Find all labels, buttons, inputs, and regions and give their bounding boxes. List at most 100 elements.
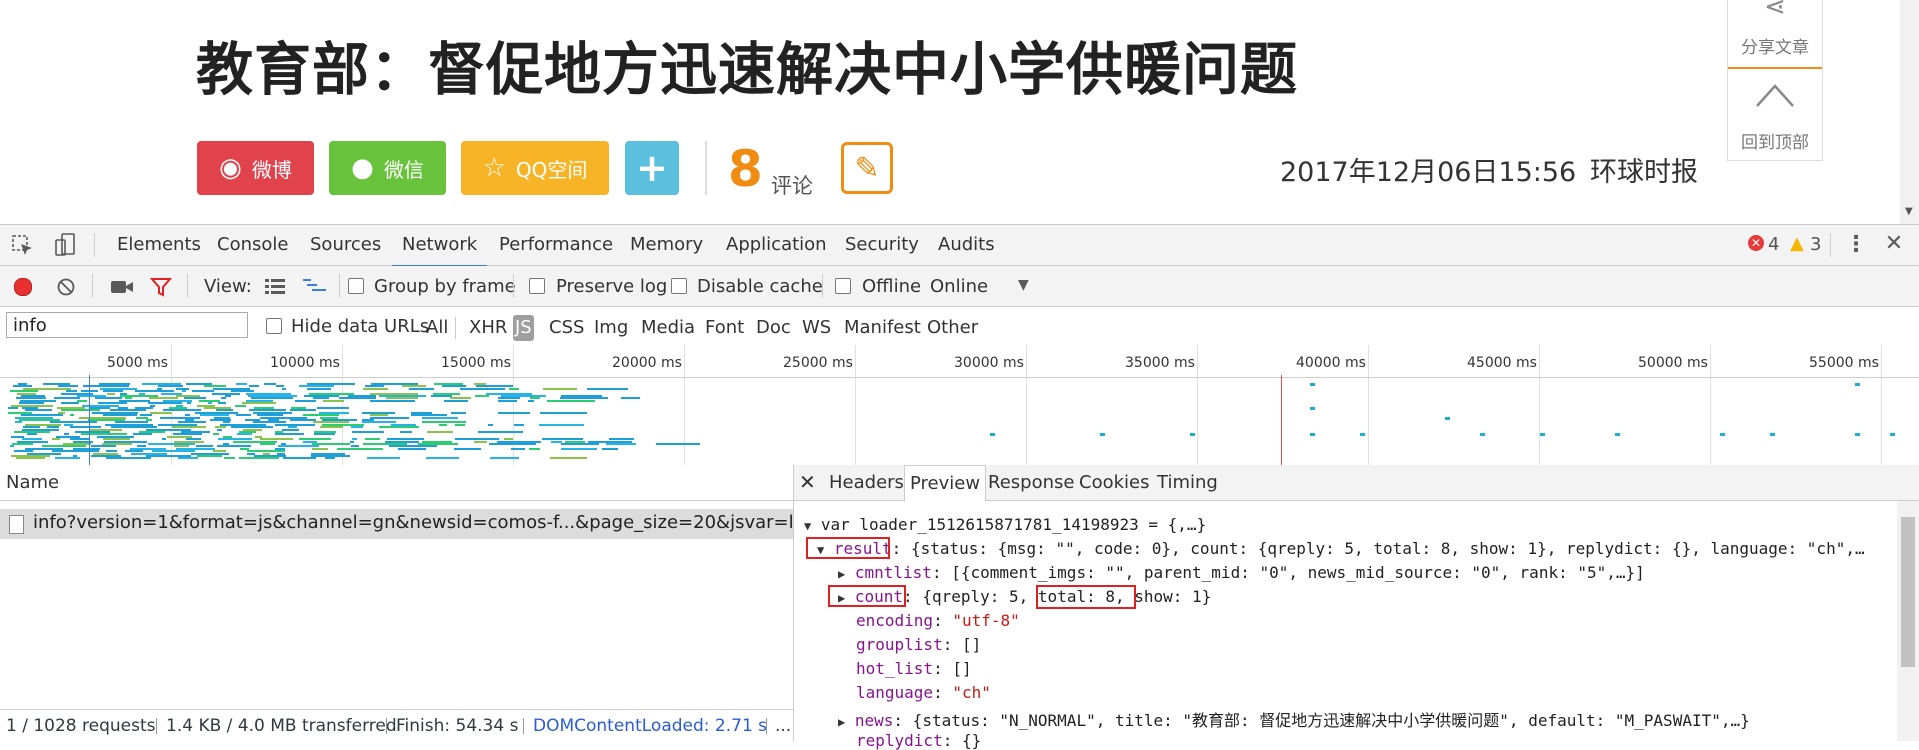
tab-security[interactable]: Security xyxy=(845,225,919,265)
tab-memory[interactable]: Memory xyxy=(630,225,703,265)
waterfall-bar xyxy=(223,457,236,460)
name-column-header[interactable]: Name xyxy=(6,472,59,493)
tab-response[interactable]: Response xyxy=(988,465,1074,500)
share-wechat-label: 微信 xyxy=(383,157,424,182)
tab-performance[interactable]: Performance xyxy=(499,225,613,265)
type-filter-font[interactable]: Font xyxy=(705,315,744,341)
disable-cache-checkbox[interactable] xyxy=(671,278,687,294)
comment-label[interactable]: 评论 xyxy=(771,170,813,200)
share-wechat-button[interactable]: ● 微信 xyxy=(329,141,446,195)
clear-icon[interactable] xyxy=(56,277,76,297)
write-comment-button[interactable]: ✎ xyxy=(841,142,893,194)
tab-preview[interactable]: Preview xyxy=(904,465,987,502)
tab-cookies[interactable]: Cookies xyxy=(1079,465,1149,500)
share-more-button[interactable]: + xyxy=(625,141,679,195)
large-rows-icon[interactable] xyxy=(264,278,286,294)
camera-icon[interactable] xyxy=(110,279,134,295)
preview-line-grouplist[interactable]: grouplist: [] xyxy=(856,635,981,654)
tab-audits[interactable]: Audits xyxy=(938,225,995,265)
record-button[interactable] xyxy=(14,278,32,296)
waterfall-bar xyxy=(378,426,419,429)
scroll-down-arrow-icon[interactable]: ▼ xyxy=(1905,206,1913,217)
tab-network[interactable]: Network xyxy=(392,225,488,267)
preview-line-cmntlist[interactable]: ▶ cmntlist: [{comment_imgs: "", parent_m… xyxy=(838,563,1645,582)
share-article-link[interactable]: 分享文章 xyxy=(1728,33,1822,58)
waterfall-bar xyxy=(601,447,619,450)
type-filter-css[interactable]: CSS xyxy=(549,315,584,341)
preserve-log-label[interactable]: Preserve log xyxy=(556,276,667,297)
tab-application[interactable]: Application xyxy=(726,225,827,265)
offline-checkbox[interactable] xyxy=(835,278,851,294)
offline-label[interactable]: Offline xyxy=(862,276,921,297)
group-by-frame-label[interactable]: Group by frame xyxy=(374,276,516,297)
table-row[interactable]: info?version=1&format=js&channel=gn&news… xyxy=(0,509,883,539)
share-qzone-button[interactable]: ☆ QQ空间 xyxy=(461,141,609,195)
collapsed-triangle-icon[interactable]: ▶ xyxy=(838,715,845,729)
waterfall-bar xyxy=(363,387,388,390)
warning-icon[interactable]: ▲ xyxy=(1790,233,1804,254)
waterfall-bar xyxy=(220,397,227,400)
warning-count[interactable]: 3 xyxy=(1810,234,1821,255)
tab-console[interactable]: Console xyxy=(217,225,288,265)
type-filter-doc[interactable]: Doc xyxy=(756,315,791,341)
comment-count[interactable]: 8 xyxy=(728,140,763,198)
waterfall-overview-icon[interactable] xyxy=(302,278,328,294)
tab-headers[interactable]: Headers xyxy=(829,465,904,500)
waterfall-bar xyxy=(474,440,487,443)
inspect-element-icon[interactable] xyxy=(12,235,34,257)
preview-line-language[interactable]: language: "ch" xyxy=(856,683,991,702)
waterfall-bar xyxy=(477,431,524,433)
share-weibo-button[interactable]: ◉ 微博 xyxy=(197,141,314,195)
group-by-frame-checkbox[interactable] xyxy=(348,278,364,294)
throttling-select[interactable]: Online xyxy=(930,276,988,297)
type-filter-ws[interactable]: WS xyxy=(802,315,831,341)
collapsed-triangle-icon[interactable]: ▶ xyxy=(838,567,845,581)
network-filter-input[interactable] xyxy=(6,312,248,338)
share-icon[interactable]: ⋖ xyxy=(1728,0,1822,22)
tab-timing[interactable]: Timing xyxy=(1157,465,1218,500)
waterfall-bar xyxy=(264,383,277,385)
view-label: View: xyxy=(204,276,252,297)
tab-elements[interactable]: Elements xyxy=(117,225,201,265)
type-filter-all[interactable]: All xyxy=(426,315,448,341)
json-key: var loader_1512615871781_14198923 xyxy=(820,515,1139,534)
type-filter-img[interactable]: Img xyxy=(594,315,628,341)
error-icon[interactable]: ✕ xyxy=(1748,235,1764,251)
close-devtools-icon[interactable]: ✕ xyxy=(1884,233,1904,255)
expanded-triangle-icon[interactable]: ▼ xyxy=(804,519,811,533)
throttling-dropdown-icon[interactable]: ▼ xyxy=(1018,277,1029,293)
timeline-gridline xyxy=(171,345,172,465)
device-toolbar-icon[interactable] xyxy=(54,233,76,257)
disable-cache-label[interactable]: Disable cache xyxy=(697,276,823,297)
waterfall-bar xyxy=(133,433,152,436)
preview-line-root[interactable]: ▼ var loader_1512615871781_14198923 = {,… xyxy=(804,515,1206,534)
error-count[interactable]: 4 xyxy=(1768,234,1779,255)
load-event-marker xyxy=(1281,375,1282,465)
back-to-top-link[interactable]: 回到顶部 xyxy=(1728,128,1822,153)
type-filter-xhr[interactable]: XHR xyxy=(469,315,507,341)
timeline-tick-label: 45000 ms xyxy=(1467,355,1537,371)
network-overview-timeline[interactable]: 5000 ms 10000 ms 15000 ms 20000 ms 25000 ms 3… xyxy=(0,345,1919,466)
preview-line-encoding[interactable]: encoding: "utf-8" xyxy=(856,611,1020,630)
preview-line-replydict[interactable]: replydict: {} xyxy=(856,731,981,750)
hide-data-urls-label[interactable]: Hide data URLs xyxy=(291,316,429,337)
preview-line-result[interactable]: ▼ result: {status: {msg: "", code: 0}, c… xyxy=(817,539,1865,558)
chevron-up-icon[interactable] xyxy=(1755,80,1795,108)
preview-scrollbar-thumb[interactable] xyxy=(1901,517,1915,667)
type-filter-js[interactable]: JS xyxy=(513,315,534,341)
type-filter-media[interactable]: Media xyxy=(641,315,695,341)
preview-line-news[interactable]: ▶ news: {status: "N_NORMAL", title: "教育部… xyxy=(838,707,1750,731)
dom-content-loaded-marker xyxy=(89,375,90,465)
hide-data-urls-checkbox[interactable] xyxy=(266,318,282,334)
status-divider xyxy=(523,718,524,734)
filter-icon[interactable] xyxy=(150,277,172,297)
tab-sources[interactable]: Sources xyxy=(310,225,381,265)
request-url[interactable]: info?version=1&format=js&channel=gn&news… xyxy=(33,512,883,533)
page-scrollbar[interactable]: ▼ xyxy=(1900,0,1919,224)
more-options-icon[interactable]: ⋮ xyxy=(1845,234,1867,256)
close-details-icon[interactable]: ✕ xyxy=(799,465,816,500)
preserve-log-checkbox[interactable] xyxy=(529,278,545,294)
type-filter-manifest[interactable]: Manifest xyxy=(844,315,921,341)
type-filter-other[interactable]: Other xyxy=(927,315,978,341)
preview-line-hot-list[interactable]: hot_list: [] xyxy=(856,659,972,678)
